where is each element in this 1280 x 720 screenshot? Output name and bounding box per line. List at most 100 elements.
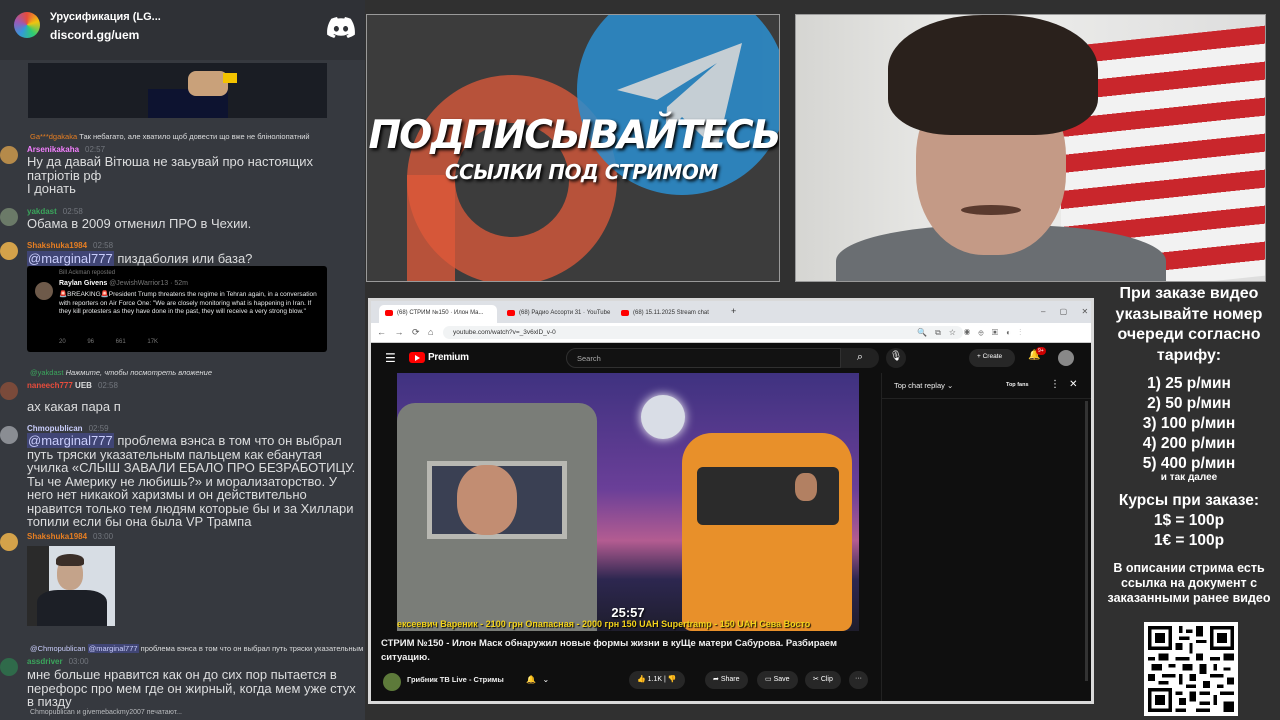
- chat-mode-dropdown[interactable]: Top chat replay ⌄: [894, 381, 953, 390]
- moon: [641, 395, 685, 439]
- tweet-stats: 20 96 661 17K: [59, 339, 159, 345]
- image-detail: [223, 73, 237, 83]
- qr-code-graphic: [1148, 626, 1234, 712]
- like-count: 1.1K: [647, 676, 663, 683]
- reply-preview[interactable]: @yakdast Нажмите, чтобы посмотреть вложе…: [30, 368, 212, 377]
- order-heading: При заказе видео указывайте номер очеред…: [1115, 285, 1263, 364]
- image-detail: [37, 590, 107, 626]
- scrollbar[interactable]: [1085, 401, 1088, 681]
- message-author[interactable]: Arsenikakaha 02:57: [27, 145, 105, 154]
- more-actions-button[interactable]: ···: [849, 671, 868, 689]
- tweet-author: Raylan Givens @JewishWarrior13 · 52m: [59, 280, 189, 287]
- avatar[interactable]: [0, 382, 18, 400]
- description-note: В описании стрима есть ссылка на докумен…: [1107, 561, 1271, 605]
- browser-tab[interactable]: (68) 15.11.2025 Stream chat: [615, 305, 725, 323]
- rate-item: 1) 25 р/мин: [1147, 375, 1231, 392]
- subscribe-bell-icon[interactable]: 🔔 ⌄: [526, 675, 549, 684]
- streamer-mustache: [961, 205, 1021, 215]
- discord-chat-panel: Урусификация (LG... discord.gg/uem Ga***…: [0, 0, 365, 720]
- clip-button[interactable]: ✂ Clip: [805, 671, 841, 689]
- rate-etc: и так далее: [1160, 472, 1218, 483]
- reply-preview[interactable]: @Chmopublican @marginal777 проблема вэнс…: [30, 644, 365, 653]
- reply-author: @Chmopublican: [30, 644, 86, 653]
- user-avatar[interactable]: [1058, 350, 1074, 366]
- message-author[interactable]: Shakshuka1984 03:00: [27, 532, 113, 541]
- discord-server-header[interactable]: Урусификация (LG... discord.gg/uem: [0, 0, 365, 60]
- server-name: Урусификация (LG...: [50, 11, 161, 23]
- reply-text: Так небагато, але хватило щоб довести що…: [79, 132, 310, 141]
- reply-preview[interactable]: Ga***dgakaka Так небагато, але хватило щ…: [30, 132, 310, 141]
- nav-buttons[interactable]: ← → ⟳ ⌂: [377, 327, 433, 338]
- browser-tab[interactable]: (68) СТРИМ №150 · Илон Ма...: [379, 305, 497, 323]
- reply-author: Ga***dgakaka: [30, 132, 78, 141]
- top-fans-button[interactable]: Top fans: [1006, 382, 1029, 388]
- message-text: ах какая пара п: [27, 399, 121, 414]
- server-invite-link[interactable]: discord.gg/uem: [50, 28, 139, 42]
- url-field[interactable]: youtube.com/watch?v=_3v6xlD_v-0: [443, 326, 963, 339]
- menu-icon[interactable]: ☰: [385, 351, 396, 365]
- reply-mention: @marginal777: [87, 644, 139, 653]
- tweet-repost-label: Bill Ackman reposted: [59, 270, 116, 276]
- avatar[interactable]: [0, 146, 18, 164]
- rate-item: 5) 400 р/мин: [1142, 455, 1236, 472]
- new-tab-button[interactable]: +: [731, 306, 736, 316]
- search-icon[interactable]: ⌕: [841, 348, 879, 368]
- usd-rate: 1$ = 100р: [1153, 512, 1225, 529]
- user-mention[interactable]: @marginal777: [27, 251, 114, 266]
- message-author[interactable]: Chmopublican 02:59: [27, 424, 109, 433]
- avatar[interactable]: [0, 242, 18, 260]
- message-body: проблема вэнса в том что он выбрал путь …: [27, 433, 356, 529]
- rate-list: 1) 25 р/мин 2) 50 р/мин 3) 100 р/мин 4) …: [1098, 374, 1280, 474]
- eur-rate: 1€ = 100р: [1153, 532, 1225, 549]
- attachment-image[interactable]: [27, 546, 115, 626]
- message-text: мне больше нравится как он до сих пор пы…: [27, 667, 356, 709]
- message-author[interactable]: assdriver 03:00: [27, 657, 89, 666]
- youtube-logo-icon[interactable]: [409, 352, 425, 363]
- server-icon: [14, 12, 40, 38]
- save-button[interactable]: ▭ Save: [757, 671, 798, 689]
- patreon-logo-bar: [407, 175, 455, 281]
- currency-heading: Курсы при заказе:: [1118, 492, 1260, 509]
- save-label: Save: [773, 676, 790, 683]
- reply-text: Нажмите, чтобы посмотреть вложение: [65, 368, 213, 377]
- youtube-premium-label[interactable]: Premium: [428, 352, 469, 363]
- message-text: @marginal777 проблема вэнса в том что он…: [27, 433, 365, 529]
- image-detail: [188, 71, 228, 96]
- typing-indicator: Chmopublican и givemebackmy2007 печатают…: [30, 709, 182, 716]
- tweet-embed[interactable]: Bill Ackman reposted Raylan Givens @Jewi…: [27, 266, 327, 352]
- message-author[interactable]: Shakshuka1984 02:58: [27, 241, 113, 250]
- avatar[interactable]: [0, 208, 18, 226]
- message-body: пиздаболия или база?: [113, 251, 253, 266]
- message-text: @marginal777 пиздаболия или база?: [27, 251, 365, 266]
- extension-icons[interactable]: 🔍 ⧉ ☆ ◉ ⊕ ▣ ◐ ⋮: [917, 328, 1021, 338]
- message-author[interactable]: yakdast 02:58: [27, 207, 83, 216]
- live-chat-panel: Top chat replay ⌄ Top fans ⋮ ✕: [881, 373, 1091, 701]
- driver-face: [795, 473, 817, 501]
- youtube-topbar: ☰ Premium Search ⌕ 🎙 + Create 🔔 9+: [371, 343, 1091, 373]
- create-button[interactable]: + Create: [969, 349, 1015, 367]
- share-button[interactable]: ➦ Share: [705, 671, 748, 689]
- avatar[interactable]: [0, 658, 18, 676]
- browser-tab[interactable]: (68) Радио Ассорти 31 · YouTube: [501, 305, 611, 323]
- mic-icon[interactable]: 🎙: [886, 348, 906, 368]
- avatar[interactable]: [0, 426, 18, 444]
- share-label: Share: [720, 676, 740, 683]
- avatar[interactable]: [0, 533, 18, 551]
- chat-controls[interactable]: ⋮ ✕: [1050, 379, 1078, 390]
- create-label: Create: [982, 353, 1003, 360]
- order-info-panel: При заказе видео указывайте номер очеред…: [1098, 284, 1280, 720]
- like-button[interactable]: 👍 1.1K | 👎: [629, 671, 685, 689]
- window-controls[interactable]: – ▢ ✕: [1041, 307, 1088, 316]
- webcam-feed: [795, 14, 1266, 282]
- channel-avatar[interactable]: [383, 673, 401, 691]
- video-timer: 25:57: [611, 605, 645, 620]
- qr-code-icon[interactable]: [1144, 622, 1238, 716]
- van-graphic: [682, 433, 852, 631]
- channel-name[interactable]: Грибник ТВ Live - Стримы: [407, 675, 504, 684]
- video-player[interactable]: 25:57 ексеевич Вареник - 2100 грн Опапас…: [397, 373, 859, 631]
- message-author[interactable]: naneech777 UEB 02:58: [27, 381, 118, 390]
- rate-item: 3) 100 р/мин: [1142, 415, 1236, 432]
- discord-logo-icon: [327, 17, 355, 38]
- search-input[interactable]: Search: [566, 348, 841, 368]
- attachment-image[interactable]: [28, 63, 327, 118]
